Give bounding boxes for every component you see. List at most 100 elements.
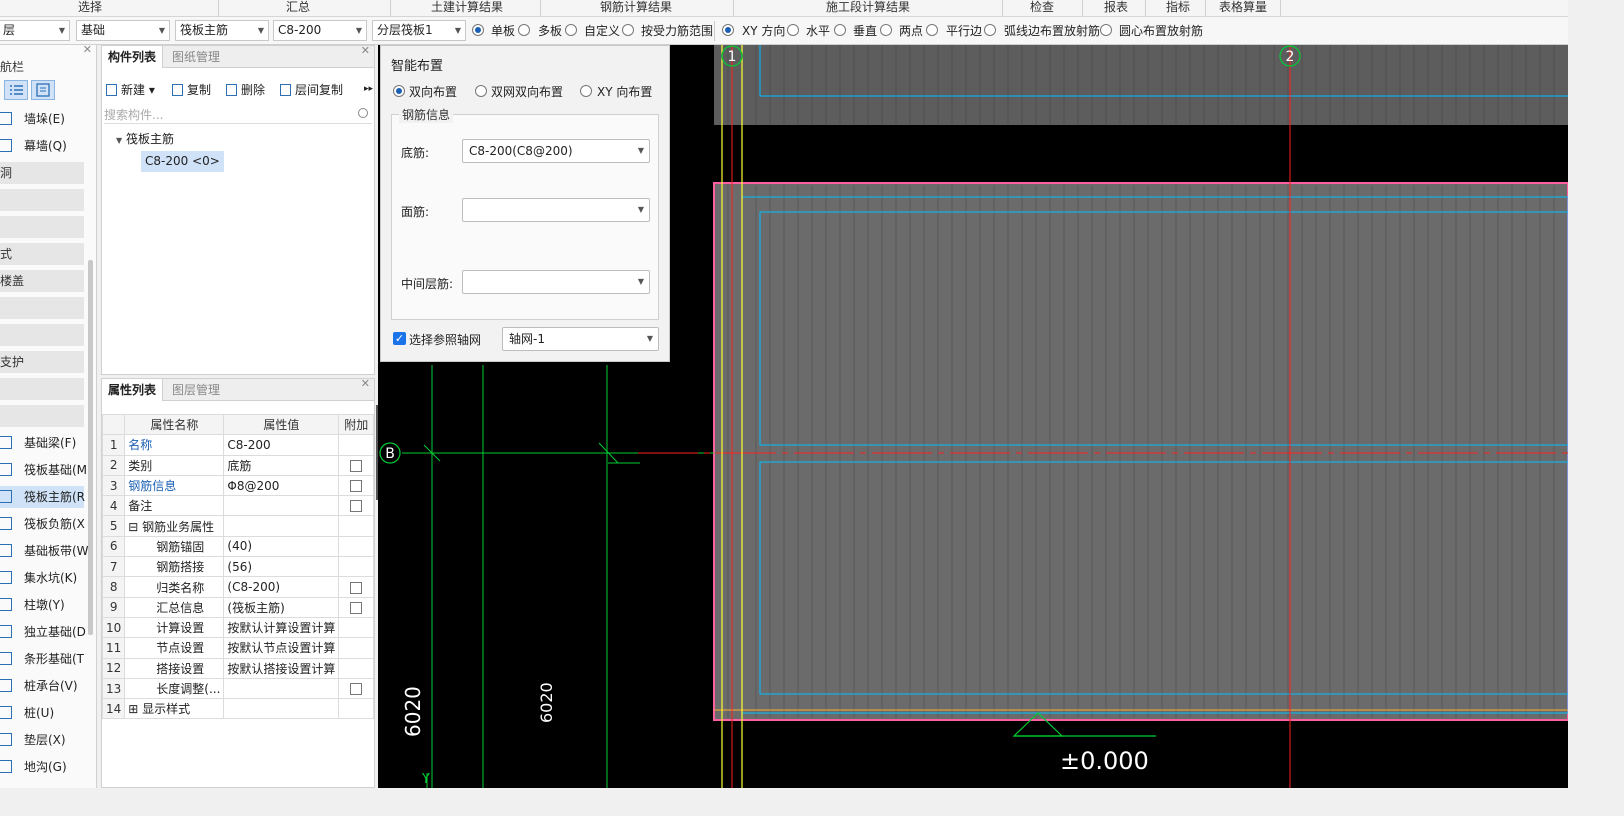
tab-drawing-management[interactable]: 图纸管理 [166, 46, 226, 68]
nav-item[interactable]: 柱墩(Y) [0, 594, 84, 616]
property-value[interactable]: 按默认搭接设置计算 [223, 657, 340, 679]
radio-xy-direction[interactable] [722, 24, 734, 36]
property-value[interactable]: 按默认节点设置计算 [223, 637, 340, 659]
table-row[interactable]: 4 备注 [101, 495, 374, 517]
table-row[interactable]: 12 搭接设置 按默认搭接设置计算 [101, 657, 374, 679]
radio-center-radial[interactable] [1100, 24, 1112, 36]
table-row[interactable]: 7 钢筋搭接 (56) [101, 556, 374, 578]
nav-item[interactable]: 桩(U) [0, 702, 84, 724]
nav-item[interactable]: 式 [0, 243, 84, 265]
collapse-icon[interactable]: ⊟ [128, 520, 142, 534]
list-view-icon[interactable] [4, 80, 28, 100]
nav-item[interactable]: 基础梁(F) [0, 432, 84, 454]
property-value[interactable] [223, 515, 340, 537]
expand-icon[interactable]: ⊞ [128, 702, 142, 716]
nav-item[interactable]: 独立基础(D [0, 621, 86, 643]
table-row[interactable]: 8 归类名称 (C8-200) [101, 576, 374, 598]
nav-item[interactable] [0, 189, 84, 211]
table-row[interactable]: 1 名称 C8-200 [101, 434, 374, 456]
radio-bidirectional[interactable] [393, 85, 405, 97]
attach-checkbox[interactable] [350, 683, 363, 695]
attach-checkbox[interactable] [350, 480, 363, 493]
property-value[interactable]: Φ8@200 [223, 474, 340, 497]
property-value[interactable]: 底筋 [223, 454, 340, 476]
attach-checkbox[interactable] [350, 500, 363, 513]
more-icon[interactable]: ▸▸ [364, 84, 373, 94]
attach-checkbox[interactable] [350, 601, 363, 614]
property-value[interactable]: 按默认计算设置计算 [223, 616, 340, 639]
ref-axis-checkbox[interactable]: ✓ [393, 332, 406, 345]
table-row[interactable]: 5 ⊟ 钢筋业务属性 [101, 515, 374, 537]
table-row[interactable]: 2 类别 底筋 [101, 454, 374, 476]
nav-item[interactable]: 筏板基础(M [0, 459, 87, 481]
floor-dropdown[interactable]: 层 ▼ [0, 20, 70, 41]
middle-rebar-dropdown[interactable]: ▼ [462, 270, 650, 294]
table-row[interactable]: 10 计算设置 按默认计算设置计算 [101, 616, 374, 639]
tree-root[interactable]: ▼ 筏板主筋 [116, 130, 174, 147]
table-row[interactable]: 3 钢筋信息 Φ8@200 [101, 474, 374, 497]
floor-copy-button[interactable]: 层间复制 [280, 81, 343, 98]
property-value[interactable]: (C8-200) [223, 576, 340, 598]
property-value[interactable]: (筏板主筋) [223, 596, 340, 618]
table-row[interactable]: 14 ⊞ 显示样式 [101, 698, 374, 720]
radio-single-slab[interactable] [472, 24, 484, 36]
radio-parallel-edge[interactable] [926, 24, 938, 36]
close-icon[interactable]: ✕ [361, 44, 370, 57]
nav-item[interactable]: 条形基础(T [0, 648, 84, 670]
delete-button[interactable]: 删除 [226, 81, 265, 98]
close-icon[interactable]: ✕ [83, 45, 92, 56]
property-value[interactable] [223, 698, 340, 720]
ref-axis-dropdown[interactable]: 轴网-1 ▼ [502, 327, 659, 351]
tab-component-list[interactable]: 构件列表 [102, 46, 164, 68]
nav-item[interactable]: 支护 [0, 351, 84, 373]
nav-item[interactable] [0, 405, 84, 427]
category-dropdown[interactable]: 基础 ▼ [76, 20, 170, 41]
component-type-dropdown[interactable]: 筏板主筋 ▼ [175, 20, 269, 41]
nav-item[interactable] [0, 324, 84, 346]
tab-layer-management[interactable]: 图层管理 [166, 379, 226, 401]
radio-multi-slab[interactable] [518, 24, 530, 36]
attach-checkbox[interactable] [350, 459, 363, 472]
nav-item[interactable]: 墙垛(E) [0, 108, 84, 130]
nav-scrollbar[interactable] [88, 260, 93, 635]
attach-checkbox[interactable] [350, 581, 363, 594]
detail-view-icon[interactable] [31, 80, 55, 100]
table-row[interactable]: 6 钢筋锚固 (40) [101, 535, 374, 558]
property-value[interactable] [223, 495, 340, 517]
radio-by-stress-range[interactable] [622, 24, 634, 36]
top-rebar-dropdown[interactable]: ▼ [462, 198, 650, 222]
table-row[interactable]: 13 长度调整(... [101, 677, 374, 700]
nav-item[interactable] [0, 297, 84, 319]
search-input[interactable]: 搜索构件... [104, 106, 372, 124]
nav-item[interactable]: 楼盖 [0, 270, 84, 292]
nav-item[interactable]: 洞 [0, 162, 84, 184]
tab-property-list[interactable]: 属性列表 [102, 379, 164, 401]
new-button[interactable]: 新建 ▾ [106, 81, 155, 98]
layer-dropdown[interactable]: 分层筏板1 ▼ [372, 20, 466, 41]
close-icon[interactable]: ✕ [361, 377, 370, 390]
radio-arc-edge-radial[interactable] [984, 24, 996, 36]
nav-item[interactable]: 桩承台(V) [0, 675, 84, 697]
property-value[interactable]: C8-200 [223, 434, 340, 456]
tree-item-selected[interactable]: C8-200 <0> [141, 151, 224, 172]
property-value[interactable]: (40) [223, 535, 340, 558]
nav-item[interactable] [0, 216, 84, 238]
radio-custom[interactable] [565, 24, 577, 36]
radio-horizontal[interactable] [787, 24, 799, 36]
property-value[interactable]: (56) [223, 556, 340, 578]
nav-item[interactable]: 基础板带(W [0, 540, 89, 562]
radio-xy-placement[interactable] [580, 85, 592, 97]
raft-slab[interactable] [713, 182, 1568, 721]
bottom-rebar-dropdown[interactable]: C8-200(C8@200) ▼ [462, 139, 650, 163]
collapse-icon[interactable]: ▼ [116, 136, 122, 145]
nav-item[interactable]: 集水坑(K) [0, 567, 84, 589]
nav-item[interactable]: 幕墙(Q) [0, 135, 84, 157]
radio-two-points[interactable] [880, 24, 892, 36]
nav-item[interactable]: 地沟(G) [0, 756, 84, 778]
radio-double-net[interactable] [475, 85, 487, 97]
nav-item[interactable]: 垫层(X) [0, 729, 84, 751]
table-row[interactable]: 9 汇总信息 (筏板主筋) [101, 596, 374, 618]
radio-vertical[interactable] [834, 24, 846, 36]
table-row[interactable]: 11 节点设置 按默认节点设置计算 [101, 637, 374, 659]
nav-item[interactable] [0, 378, 84, 400]
